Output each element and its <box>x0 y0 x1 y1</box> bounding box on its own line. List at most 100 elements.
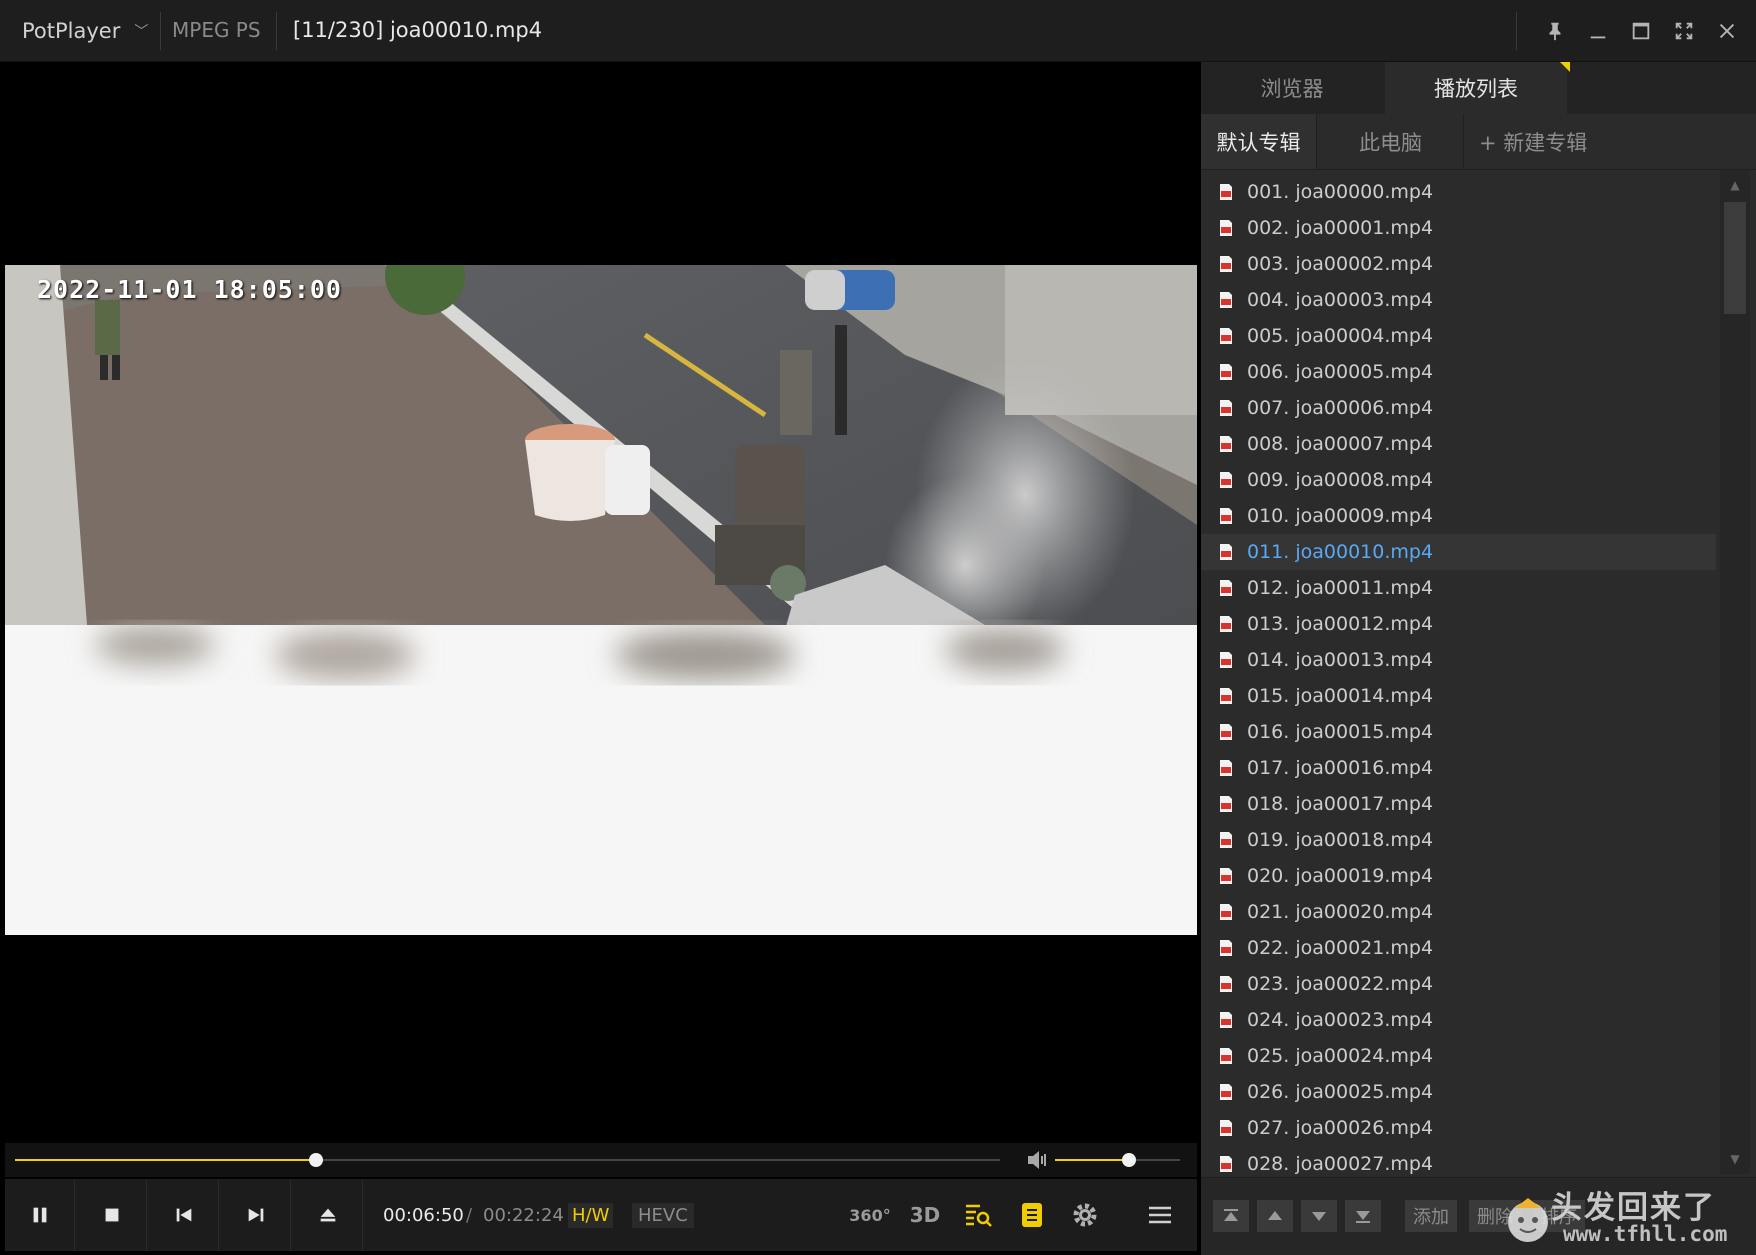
video-file-icon <box>1219 759 1233 777</box>
playlist-item[interactable]: 004. joa00003.mp4 <box>1201 282 1716 318</box>
playlist-item[interactable]: 002. joa00001.mp4 <box>1201 210 1716 246</box>
eject-button[interactable] <box>293 1179 363 1251</box>
playlist-item[interactable]: 020. joa00019.mp4 <box>1201 858 1716 894</box>
subtitle-button[interactable] <box>1012 1199 1052 1231</box>
video-frame[interactable]: 2022-11-01 18:05:00 <box>5 265 1197 935</box>
volume-thumb[interactable] <box>1121 1153 1136 1167</box>
playlist-item[interactable]: 012. joa00011.mp4 <box>1201 570 1716 606</box>
playlist-item-label: 018. joa00017.mp4 <box>1247 793 1434 815</box>
playlist-item-label: 024. joa00023.mp4 <box>1247 1009 1434 1031</box>
vr-360-label: 360° <box>849 1205 891 1225</box>
playlist-item[interactable]: 011. joa00010.mp4 <box>1201 534 1716 570</box>
scroll-up-icon[interactable]: ▲ <box>1720 170 1750 200</box>
tab-playlist[interactable]: 播放列表 <box>1385 62 1567 114</box>
playlist-item[interactable]: 024. joa00023.mp4 <box>1201 1002 1716 1038</box>
video-file-icon <box>1219 723 1233 741</box>
playlist-item-label: 017. joa00016.mp4 <box>1247 757 1434 779</box>
scroll-down-icon[interactable]: ▼ <box>1720 1144 1750 1174</box>
move-top-button[interactable] <box>1213 1200 1249 1232</box>
playlist-item[interactable]: 010. joa00009.mp4 <box>1201 498 1716 534</box>
next-button[interactable] <box>221 1179 291 1251</box>
playlist-item-label: 005. joa00004.mp4 <box>1247 325 1434 347</box>
move-down-button[interactable] <box>1301 1200 1337 1232</box>
menu-button[interactable] <box>1140 1199 1180 1231</box>
file-title: [11/230] joa00010.mp4 <box>293 18 543 42</box>
playlist-footer: 添加 删除 排序 头发回来了 www.tfhll.com <box>1201 1177 1756 1255</box>
playlist-item[interactable]: 027. joa00026.mp4 <box>1201 1110 1716 1146</box>
seek-thumb[interactable] <box>309 1153 324 1167</box>
video-file-icon <box>1219 831 1233 849</box>
stop-button[interactable] <box>77 1179 147 1251</box>
playlist-item[interactable]: 014. joa00013.mp4 <box>1201 642 1716 678</box>
scroll-thumb[interactable] <box>1724 202 1746 314</box>
playlist-item[interactable]: 017. joa00016.mp4 <box>1201 750 1716 786</box>
time-separator: / <box>466 1205 473 1226</box>
previous-button[interactable] <box>149 1179 219 1251</box>
pause-icon <box>33 1207 46 1223</box>
playlist-item[interactable]: 023. joa00022.mp4 <box>1201 966 1716 1002</box>
app-menu-button[interactable]: PotPlayer ﹀ <box>8 10 158 52</box>
hamburger-icon <box>1149 1206 1171 1224</box>
playlist-scrollbar[interactable]: ▲ ▼ <box>1720 170 1750 1174</box>
list-search-icon <box>966 1204 992 1227</box>
video-file-icon <box>1219 1011 1233 1029</box>
vr-360-button[interactable]: 360° <box>849 1199 891 1231</box>
album-default[interactable]: 默认专辑 <box>1201 114 1317 169</box>
playlist-item[interactable]: 006. joa00005.mp4 <box>1201 354 1716 390</box>
total-time[interactable]: 00:22:24 <box>483 1205 564 1226</box>
minimize-icon[interactable] <box>1576 9 1619 53</box>
app-name: PotPlayer <box>22 19 121 43</box>
playlist-search-button[interactable] <box>958 1199 998 1231</box>
playlist-item[interactable]: 003. joa00002.mp4 <box>1201 246 1716 282</box>
seek-progress <box>15 1159 317 1161</box>
playlist-item-label: 004. joa00003.mp4 <box>1247 289 1434 311</box>
video-scene <box>5 265 1197 935</box>
playlist-item[interactable]: 025. joa00024.mp4 <box>1201 1038 1716 1074</box>
video-file-icon <box>1219 903 1233 921</box>
playlist-item[interactable]: 016. joa00015.mp4 <box>1201 714 1716 750</box>
album-this-pc[interactable]: 此电脑 <box>1318 114 1464 169</box>
tab-browser[interactable]: 浏览器 <box>1201 62 1383 114</box>
seek-slider[interactable] <box>15 1153 1000 1167</box>
title-bar[interactable]: PotPlayer ﹀ MPEG PS [11/230] joa00010.mp… <box>0 0 1756 62</box>
pin-icon[interactable] <box>1533 9 1576 53</box>
add-button[interactable]: 添加 <box>1405 1200 1457 1232</box>
playlist-item[interactable]: 001. joa00000.mp4 <box>1201 174 1716 210</box>
playlist-item[interactable]: 013. joa00012.mp4 <box>1201 606 1716 642</box>
current-time[interactable]: 00:06:50 <box>383 1205 464 1226</box>
pause-button[interactable] <box>5 1179 75 1251</box>
playlist-item[interactable]: 009. joa00008.mp4 <box>1201 462 1716 498</box>
playlist-item[interactable]: 015. joa00014.mp4 <box>1201 678 1716 714</box>
playlist-item[interactable]: 019. joa00018.mp4 <box>1201 822 1716 858</box>
video-file-icon <box>1219 939 1233 957</box>
codec-badge[interactable]: HEVC <box>632 1203 694 1228</box>
control-bar: 00:06:50 / 00:22:24 H/W HEVC 360° 3D <box>5 1179 1197 1251</box>
playlist-item-label: 003. joa00002.mp4 <box>1247 253 1434 275</box>
video-file-icon <box>1219 327 1233 345</box>
3d-button[interactable]: 3D <box>905 1199 945 1231</box>
playlist-item[interactable]: 022. joa00021.mp4 <box>1201 930 1716 966</box>
maximize-icon[interactable] <box>1619 9 1662 53</box>
volume-icon[interactable] <box>1025 1149 1049 1171</box>
fullscreen-icon[interactable] <box>1662 9 1705 53</box>
close-icon[interactable] <box>1705 9 1748 53</box>
playlist-item-label: 015. joa00014.mp4 <box>1247 685 1434 707</box>
settings-button[interactable] <box>1065 1199 1105 1231</box>
playlist-item-label: 010. joa00009.mp4 <box>1247 505 1434 527</box>
new-album-button[interactable]: + 新建专辑 <box>1479 114 1587 169</box>
playlist-item[interactable]: 005. joa00004.mp4 <box>1201 318 1716 354</box>
video-file-icon <box>1219 543 1233 561</box>
hw-decode-badge[interactable]: H/W <box>568 1203 614 1228</box>
playlist-item[interactable]: 008. joa00007.mp4 <box>1201 426 1716 462</box>
playlist-item[interactable]: 018. joa00017.mp4 <box>1201 786 1716 822</box>
move-up-button[interactable] <box>1257 1200 1293 1232</box>
playlist-item[interactable]: 021. joa00020.mp4 <box>1201 894 1716 930</box>
volume-slider[interactable] <box>1055 1153 1180 1167</box>
subtitle-icon <box>1022 1203 1042 1227</box>
playlist-item[interactable]: 028. joa00027.mp4 <box>1201 1146 1716 1174</box>
album-label: 默认专辑 <box>1216 130 1301 155</box>
playlist-item[interactable]: 026. joa00025.mp4 <box>1201 1074 1716 1110</box>
move-bottom-button[interactable] <box>1345 1200 1381 1232</box>
playlist-item[interactable]: 007. joa00006.mp4 <box>1201 390 1716 426</box>
3d-label: 3D <box>909 1203 941 1227</box>
